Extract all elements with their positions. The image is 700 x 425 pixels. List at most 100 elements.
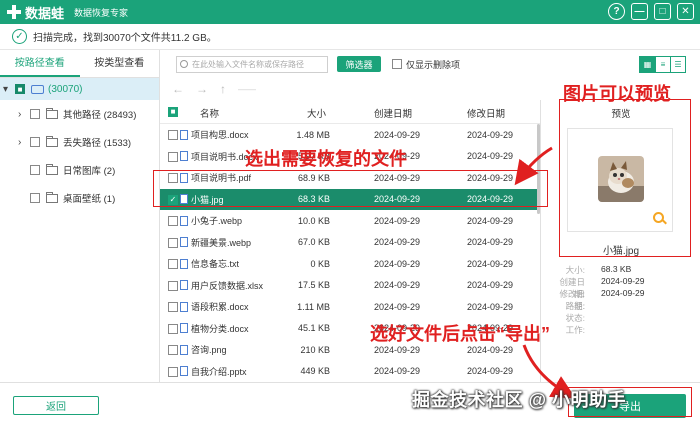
row-created: 2024-09-29 (374, 129, 421, 140)
tree-item-checkbox[interactable] (30, 109, 40, 119)
row-checkbox[interactable] (168, 237, 178, 248)
search-icon (180, 60, 188, 68)
deleted-only-checkbox[interactable] (392, 59, 402, 69)
maximize-icon[interactable]: □ (654, 3, 671, 20)
header-created[interactable]: 创建日期 (340, 106, 435, 120)
tree-item-other-paths[interactable]: › 其他路径 (28493) (0, 100, 159, 128)
row-checkbox[interactable] (168, 302, 178, 312)
select-all-checkbox[interactable]: ■ (168, 106, 178, 117)
table-row[interactable]: ✓ 小猫.jpg 68.3 KB 2024-09-29 2024-09-29 (160, 188, 540, 210)
preview-title: 预览 (611, 109, 631, 120)
row-checkbox[interactable] (168, 151, 178, 162)
file-icon (180, 215, 188, 226)
chevron-right-icon[interactable]: › (18, 137, 30, 148)
row-checkbox[interactable] (168, 216, 178, 226)
row-checkbox[interactable] (168, 366, 178, 377)
check-circle-icon: ✓ (12, 29, 27, 44)
forward-arrow-icon[interactable]: → (196, 82, 208, 96)
tree-root[interactable]: ▾ ■ (30070) (0, 78, 159, 100)
folder-icon (46, 107, 58, 119)
window-controls: ? — □ ✕ (608, 3, 694, 20)
nav-bar: ← → ↑ —— (160, 78, 540, 100)
root-count: (30070) (48, 83, 83, 95)
tree-item-desktop-wallpaper[interactable]: 桌面壁纸 (1) (0, 184, 159, 212)
row-checkbox[interactable] (168, 173, 178, 183)
toolbar: 在此处输入文件名称或保存路径 筛选器 仅显示删除项 ▦ ≡ ☰ (160, 50, 700, 78)
row-checkbox[interactable] (168, 259, 178, 269)
preview-image-frame (567, 128, 673, 232)
chevron-down-icon[interactable]: ▾ (3, 84, 15, 95)
header-size[interactable]: 大小 (265, 106, 340, 120)
table-row[interactable]: 新疆美景.webp 67.0 KB 2024-09-29 2024-09-29 (160, 232, 540, 254)
preview-prop: 路径: (557, 300, 700, 312)
preview-prop-value: 68.3 KB (601, 264, 632, 274)
close-icon[interactable]: ✕ (677, 3, 694, 20)
table-row[interactable]: 项目构思.docx 1.48 MB 2024-09-29 2024-09-29 (160, 124, 540, 146)
file-icon (180, 323, 188, 334)
minimize-icon[interactable]: — (631, 3, 648, 20)
list-view-icon[interactable]: ≡ (655, 57, 670, 72)
grid-view-icon[interactable]: ▦ (640, 57, 655, 72)
tab-by-type[interactable]: 按类型查看 (80, 50, 160, 77)
deleted-only-label: 仅显示删除项 (406, 59, 461, 70)
tree-item-daily-gallery[interactable]: 日常图库 (2) (0, 156, 159, 184)
file-icon (180, 129, 188, 140)
preview-filename: 小猫.jpg (602, 246, 640, 257)
tree-item-checkbox[interactable] (30, 193, 40, 203)
row-modified: 2024-09-29 (467, 280, 514, 291)
preview-prop: 状态: (557, 312, 700, 324)
row-name: 小猫.jpg (191, 194, 224, 205)
row-checkbox[interactable] (168, 130, 178, 140)
row-size: 45.1 KB (297, 323, 330, 334)
row-created: 2024-09-29 (374, 172, 421, 183)
row-modified: 2024-09-29 (467, 344, 514, 355)
table-row[interactable]: 语段积累.docx 1.11 MB 2024-09-29 2024-09-29 (160, 296, 540, 318)
row-checkbox[interactable] (168, 280, 178, 291)
sidebar: 按路径查看 按类型查看 ▾ ■ (30070) › 其他路径 (28493) ›… (0, 50, 160, 382)
root-checkbox[interactable]: ■ (15, 84, 25, 94)
zoom-icon[interactable] (653, 212, 664, 223)
back-button[interactable]: 返回 (13, 396, 99, 415)
chevron-right-icon[interactable]: › (18, 109, 30, 120)
table-row[interactable]: 自我介绍.pptx 449 KB 2024-09-29 2024-09-29 (160, 361, 540, 383)
preview-panel: 预览 小猫.jpg 大小: 68.3 KB 创建日期: 2024-09-29 修改日期:… (540, 100, 700, 382)
detail-view-icon[interactable]: ☰ (670, 57, 685, 72)
tree-item-label: 其他路径 (28493) (63, 110, 137, 121)
row-name: 语段积累.docx (191, 302, 249, 313)
row-created: 2024-09-29 (374, 344, 421, 355)
back-arrow-icon[interactable]: ← (172, 82, 184, 96)
row-name: 小兔子.webp (191, 216, 243, 227)
tree-item-label: 丢失路径 (1533) (63, 138, 132, 149)
row-checkbox[interactable] (168, 345, 178, 355)
row-created: 2024-09-29 (374, 215, 421, 226)
row-checkbox[interactable]: ✓ (168, 194, 178, 205)
file-icon (180, 280, 188, 291)
deleted-only-toggle[interactable]: 仅显示删除项 (392, 58, 460, 71)
app-subtitle: 数据恢复专家 (74, 7, 129, 18)
search-input[interactable]: 在此处输入文件名称或保存路径 (176, 55, 328, 73)
folder-icon (46, 163, 58, 175)
table-row[interactable]: 小兔子.webp 10.0 KB 2024-09-29 2024-09-29 (160, 210, 540, 232)
row-size: 10.0 KB (297, 215, 330, 226)
row-modified: 2024-09-29 (467, 366, 514, 377)
app-logo: 数据蛙 数据恢复专家 (6, 3, 128, 22)
row-checkbox[interactable] (168, 323, 178, 334)
table-row[interactable]: 用户反馈数据.xlsx 17.5 KB 2024-09-29 2024-09-29 (160, 275, 540, 297)
file-icon (180, 172, 188, 183)
view-tabs: 按路径查看 按类型查看 (0, 50, 159, 78)
tab-by-path[interactable]: 按路径查看 (0, 50, 80, 77)
up-arrow-icon[interactable]: ↑ (220, 82, 226, 96)
row-size: 210 KB (300, 344, 330, 355)
scan-status-text: 扫描完成，找到30070个文件共11.2 GB。 (33, 33, 217, 44)
table-row[interactable]: 信息备忘.txt 0 KB 2024-09-29 2024-09-29 (160, 253, 540, 275)
filter-button[interactable]: 筛选器 (337, 56, 381, 72)
row-modified: 2024-09-29 (467, 215, 514, 226)
header-modified[interactable]: 修改日期 (435, 106, 530, 120)
tree-item-checkbox[interactable] (30, 137, 40, 147)
preview-prop: 大小: 68.3 KB (557, 264, 700, 276)
help-icon[interactable]: ? (608, 3, 625, 20)
header-name[interactable]: ■ 名称 (160, 106, 265, 120)
tree-item-checkbox[interactable] (30, 165, 40, 175)
tree-item-lost-paths[interactable]: › 丢失路径 (1533) (0, 128, 159, 156)
view-mode-switch: ▦ ≡ ☰ (639, 56, 686, 73)
